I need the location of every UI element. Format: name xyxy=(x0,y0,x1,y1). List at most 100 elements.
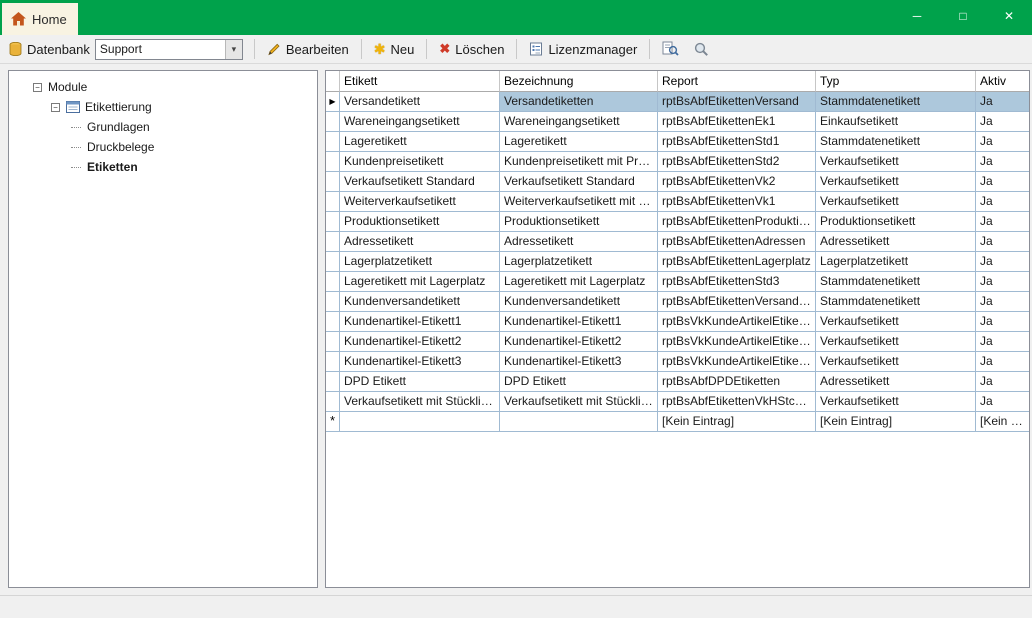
column-header-etikett[interactable]: Etikett xyxy=(340,71,500,92)
cell-typ[interactable]: Verkaufsetikett xyxy=(816,172,976,192)
cell-etikett[interactable]: Verkaufsetikett mit Stückliste xyxy=(340,392,500,412)
table-row[interactable]: Verkaufsetikett mit StücklisteVerkaufset… xyxy=(326,392,1029,412)
cell-aktiv[interactable]: Ja xyxy=(976,92,1029,112)
bearbeiten-button[interactable]: Bearbeiten xyxy=(263,40,353,59)
cell-etikett[interactable]: Verkaufsetikett Standard xyxy=(340,172,500,192)
cell-bezeichnung[interactable]: Adressetikett xyxy=(500,232,658,252)
cell-bezeichnung[interactable]: Kundenartikel-Etikett1 xyxy=(500,312,658,332)
row-indicator[interactable] xyxy=(326,372,340,392)
column-header-report[interactable]: Report xyxy=(658,71,816,92)
cell-aktiv[interactable]: Ja xyxy=(976,212,1029,232)
cell-typ[interactable]: Verkaufsetikett xyxy=(816,192,976,212)
table-row[interactable]: Kundenartikel-Etikett1Kundenartikel-Etik… xyxy=(326,312,1029,332)
cell-etikett[interactable]: Kundenversandetikett xyxy=(340,292,500,312)
tree-item-etikettierung[interactable]: − Etikettierung xyxy=(9,97,317,117)
tree-item-druckbelege-label[interactable]: Druckbelege xyxy=(87,140,154,154)
cell-report[interactable]: rptBsVkKundeArtikelEtiketten1 xyxy=(658,312,816,332)
datenbank-combobox[interactable]: Support ▾ xyxy=(95,39,243,60)
cell-aktiv[interactable]: Ja xyxy=(976,152,1029,172)
cell-aktiv[interactable]: Ja xyxy=(976,252,1029,272)
cell-aktiv[interactable]: Ja xyxy=(976,272,1029,292)
cell-etikett[interactable]: Lagerplatzetikett xyxy=(340,252,500,272)
cell-report[interactable]: rptBsAbfEtikettenLagerplatz xyxy=(658,252,816,272)
loeschen-button[interactable]: ✖ Löschen xyxy=(435,39,508,59)
close-button[interactable]: ✕ xyxy=(986,0,1032,32)
cell-report[interactable]: rptBsAbfEtikettenProduktion1 xyxy=(658,212,816,232)
row-indicator[interactable] xyxy=(326,352,340,372)
row-indicator[interactable] xyxy=(326,252,340,272)
cell-bezeichnung[interactable]: Kundenartikel-Etikett2 xyxy=(500,332,658,352)
row-indicator[interactable] xyxy=(326,392,340,412)
row-indicator[interactable] xyxy=(326,132,340,152)
tab-home[interactable]: Home xyxy=(2,3,78,35)
cell-report[interactable]: rptBsAbfEtikettenVersand xyxy=(658,92,816,112)
tree-item-etiketten-label[interactable]: Etiketten xyxy=(87,160,138,174)
row-indicator[interactable] xyxy=(326,192,340,212)
cell-bezeichnung[interactable]: Lageretikett mit Lagerplatz xyxy=(500,272,658,292)
cell-report[interactable]: rptBsAbfEtikettenStd2 xyxy=(658,152,816,172)
cell-etikett[interactable]: Kundenartikel-Etikett1 xyxy=(340,312,500,332)
new-row[interactable]: *[Kein Eintrag][Kein Eintrag][Kein Eintr… xyxy=(326,412,1029,432)
tree-item-module-label[interactable]: Module xyxy=(48,80,87,94)
cell-aktiv[interactable]: Ja xyxy=(976,132,1029,152)
cell-bezeichnung[interactable]: Lagerplatzetikett xyxy=(500,252,658,272)
cell-bezeichnung[interactable]: Lageretikett xyxy=(500,132,658,152)
cell-report[interactable]: rptBsAbfEtikettenVk1 xyxy=(658,192,816,212)
cell-bezeichnung[interactable]: Verkaufsetikett mit Stückliste xyxy=(500,392,658,412)
table-row[interactable]: Verkaufsetikett StandardVerkaufsetikett … xyxy=(326,172,1029,192)
preview-search-button[interactable] xyxy=(658,38,683,60)
table-row[interactable]: Kundenartikel-Etikett2Kundenartikel-Etik… xyxy=(326,332,1029,352)
cell-aktiv[interactable]: Ja xyxy=(976,392,1029,412)
row-indicator[interactable] xyxy=(326,152,340,172)
table-row[interactable]: KundenpreisetikettKundenpreisetikett mit… xyxy=(326,152,1029,172)
row-indicator[interactable] xyxy=(326,292,340,312)
cell-bezeichnung[interactable] xyxy=(500,412,658,432)
tree-item-grundlagen-label[interactable]: Grundlagen xyxy=(87,120,150,134)
cell-bezeichnung[interactable]: Wareneingangsetikett xyxy=(500,112,658,132)
cell-typ[interactable]: Verkaufsetikett xyxy=(816,332,976,352)
cell-report[interactable]: [Kein Eintrag] xyxy=(658,412,816,432)
table-row[interactable]: AdressetikettAdressetikettrptBsAbfEtiket… xyxy=(326,232,1029,252)
cell-bezeichnung[interactable]: Produktionsetikett xyxy=(500,212,658,232)
table-row[interactable]: ▶VersandetikettVersandetikettenrptBsAbfE… xyxy=(326,92,1029,112)
cell-bezeichnung[interactable]: Kundenversandetikett xyxy=(500,292,658,312)
table-row[interactable]: LageretikettLageretikettrptBsAbfEtikette… xyxy=(326,132,1029,152)
row-indicator[interactable] xyxy=(326,232,340,252)
column-header-bezeichnung[interactable]: Bezeichnung xyxy=(500,71,658,92)
cell-typ[interactable]: Verkaufsetikett xyxy=(816,352,976,372)
cell-typ[interactable]: Stammdatenetikett xyxy=(816,92,976,112)
cell-bezeichnung[interactable]: Weiterverkaufsetikett mit Prei... xyxy=(500,192,658,212)
table-row[interactable]: WeiterverkaufsetikettWeiterverkaufsetike… xyxy=(326,192,1029,212)
column-header-typ[interactable]: Typ xyxy=(816,71,976,92)
collapse-icon[interactable]: − xyxy=(51,103,60,112)
cell-typ[interactable]: Stammdatenetikett xyxy=(816,132,976,152)
cell-etikett[interactable]: DPD Etikett xyxy=(340,372,500,392)
cell-typ[interactable]: Stammdatenetikett xyxy=(816,292,976,312)
cell-etikett[interactable]: Wareneingangsetikett xyxy=(340,112,500,132)
cell-typ[interactable]: Verkaufsetikett xyxy=(816,152,976,172)
row-indicator[interactable] xyxy=(326,212,340,232)
tree-item-grundlagen[interactable]: Grundlagen xyxy=(9,117,317,137)
cell-aktiv[interactable]: Ja xyxy=(976,112,1029,132)
row-indicator[interactable] xyxy=(326,172,340,192)
cell-typ[interactable]: Adressetikett xyxy=(816,232,976,252)
cell-typ[interactable]: Stammdatenetikett xyxy=(816,272,976,292)
cell-typ[interactable]: Adressetikett xyxy=(816,372,976,392)
cell-typ[interactable]: Einkaufsetikett xyxy=(816,112,976,132)
row-indicator[interactable] xyxy=(326,112,340,132)
table-row[interactable]: Kundenartikel-Etikett3Kundenartikel-Etik… xyxy=(326,352,1029,372)
cell-aktiv[interactable]: Ja xyxy=(976,352,1029,372)
cell-report[interactable]: rptBsVkKundeArtikelEtiketten3 xyxy=(658,352,816,372)
cell-aktiv[interactable]: Ja xyxy=(976,292,1029,312)
cell-etikett[interactable]: Lageretikett xyxy=(340,132,500,152)
table-row[interactable]: WareneingangsetikettWareneingangsetikett… xyxy=(326,112,1029,132)
cell-bezeichnung[interactable]: Verkaufsetikett Standard xyxy=(500,172,658,192)
collapse-icon[interactable]: − xyxy=(33,83,42,92)
cell-etikett[interactable]: Adressetikett xyxy=(340,232,500,252)
minimize-button[interactable]: ─ xyxy=(894,0,940,32)
current-row-indicator[interactable]: ▶ xyxy=(326,92,340,112)
cell-bezeichnung[interactable]: Kundenpreisetikett mit Preisru... xyxy=(500,152,658,172)
cell-report[interactable]: rptBsVkKundeArtikelEtiketten2 xyxy=(658,332,816,352)
cell-aktiv[interactable]: Ja xyxy=(976,332,1029,352)
cell-etikett[interactable]: Kundenartikel-Etikett2 xyxy=(340,332,500,352)
